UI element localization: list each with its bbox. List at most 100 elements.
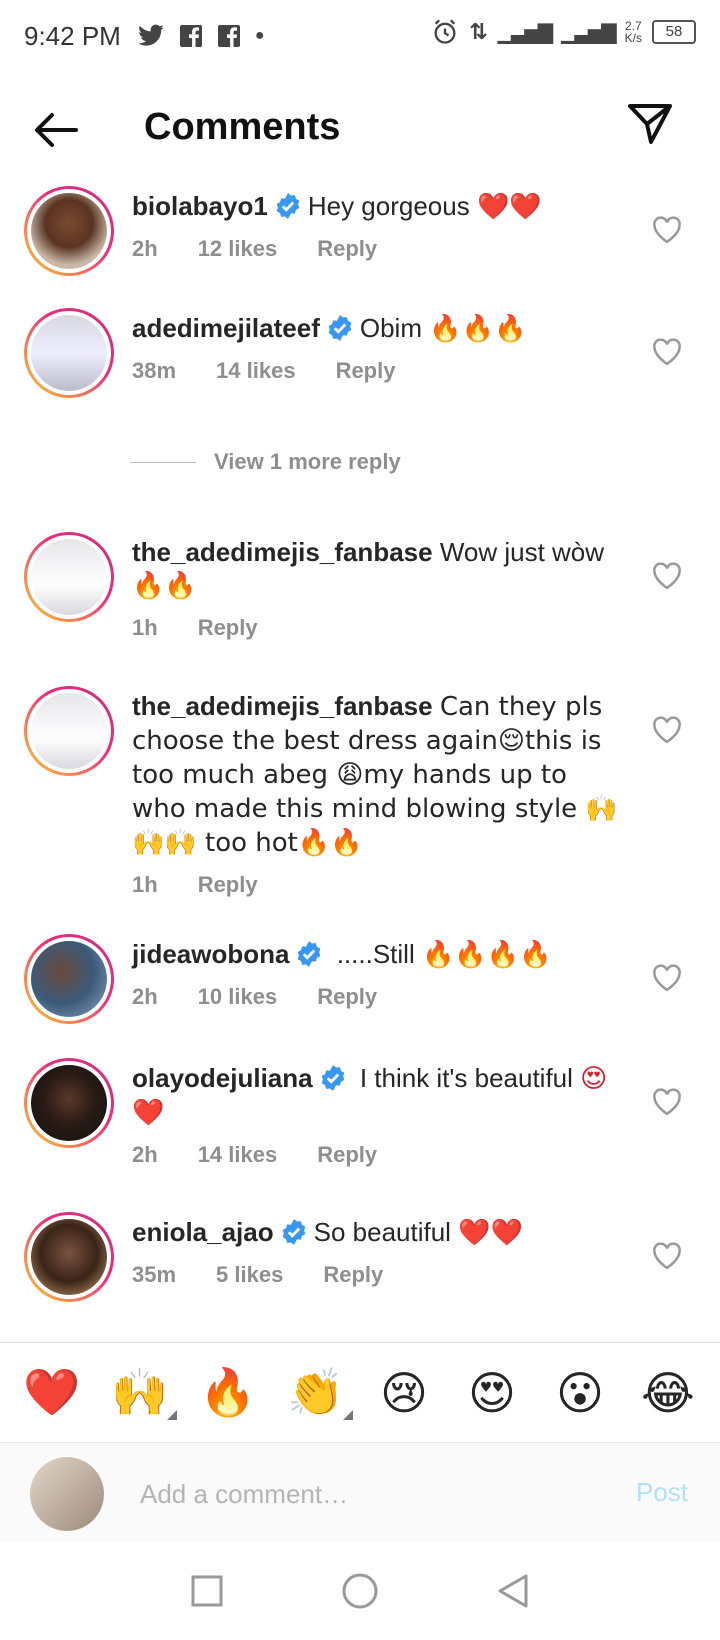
paper-plane-icon [628,104,672,144]
comment-input[interactable] [140,1473,560,1515]
comment-likes[interactable]: 14 likes [216,358,296,384]
comment-meta: 35m 5 likes Reply [132,1262,622,1288]
share-button[interactable] [626,100,682,156]
comment-time: 2h [132,1142,158,1167]
emoji-heart-eyes-button[interactable]: 😍 [457,1366,527,1420]
comment-item: the_adedimejis_fanbase Wow just wòw 🔥🔥 1… [0,532,720,686]
heart-icon[interactable] [652,1242,682,1270]
signal-icon: ▁▃▅▇ [561,21,617,44]
navigation-bar [0,1542,720,1640]
status-time: 9:42 PM [24,20,121,51]
back-arrow-icon [35,113,78,147]
post-button[interactable]: Post [636,1477,688,1508]
username[interactable]: the_adedimejis_fanbase [132,691,433,721]
comment-text: biolabayo1 Hey gorgeous ❤️❤️ [132,191,542,222]
verified-badge-icon [276,193,300,219]
page-title: Comments [144,106,341,148]
comment-likes[interactable]: 12 likes [198,236,278,262]
reply-button[interactable]: Reply [336,358,396,384]
reply-button[interactable]: Reply [317,984,377,1010]
avatar[interactable] [24,934,114,1024]
avatar[interactable] [24,1058,114,1148]
avatar[interactable] [24,1212,114,1302]
comment-time: 38m [132,358,177,383]
facebook-icon [217,25,240,47]
emoji-fire-button[interactable]: 🔥 [193,1365,263,1420]
comment-text: jideawobona .....Still 🔥🔥🔥🔥 [132,939,552,970]
status-bar: 9:42 PM ● ⇅ ▁▃▅▇ ▁▃▅▇ 2.7 K/s 58 [0,0,720,72]
reply-button[interactable]: Reply [198,872,258,898]
reply-button[interactable]: Reply [317,236,377,262]
heart-icon[interactable] [652,562,682,590]
comment-item: jideawobona .....Still 🔥🔥🔥🔥 2h 10 likes … [0,934,720,1058]
comment-item: adedimejilateef Obim 🔥🔥🔥 38m 14 likes Rep… [0,308,720,432]
heart-icon[interactable] [652,1088,682,1116]
comment-item: the_adedimejis_fanbase Can they pls choo… [0,686,720,934]
heart-icon[interactable] [652,716,682,744]
comment-meta: 2h 14 likes Reply [132,1142,622,1168]
comment-time: 1h [132,615,158,640]
comment-likes[interactable]: 5 likes [216,1262,283,1288]
comment-meta: 2h 10 likes Reply [132,984,622,1010]
comment-text: the_adedimejis_fanbase Can they pls choo… [132,691,618,858]
heart-icon[interactable] [652,964,682,992]
username[interactable]: biolabayo1 [132,191,268,221]
comment-likes[interactable]: 10 likes [198,984,278,1010]
avatar[interactable] [24,532,114,622]
comment-time: 35m [132,1262,177,1287]
heart-icon[interactable] [652,338,682,366]
comment-text: the_adedimejis_fanbase Wow just wòw 🔥🔥 [132,537,605,601]
data-transfer-icon: ⇅ [469,19,488,44]
square-icon [191,1575,223,1607]
comment-meta: 38m 14 likes Reply [132,358,622,384]
verified-badge-icon [282,1219,305,1245]
comment-meta: 2h 12 likes Reply [132,236,622,262]
triangle-back-icon [498,1574,528,1608]
comment-text: olayodejuliana I think it's beautiful 😍❤… [132,1063,608,1128]
username[interactable]: adedimejilateef [132,313,320,343]
notification-icons: ● [137,24,265,48]
avatar[interactable] [24,686,114,776]
net-speed: 2.7 K/s [624,19,642,45]
comment-time: 2h [132,984,158,1009]
recent-apps-button[interactable] [187,1571,227,1611]
dot-icon: ● [254,27,265,44]
reply-button[interactable]: Reply [323,1262,383,1288]
comment-text: adedimejilateef Obim 🔥🔥🔥 [132,313,527,344]
avatar[interactable] [24,308,114,398]
emoji-clap-button[interactable]: 👏 [281,1365,353,1420]
comment-item: eniola_ajao So beautiful ❤️❤️ 35m 5 likes… [0,1212,720,1332]
emoji-crying-button[interactable]: 😢 [369,1366,439,1420]
home-button[interactable] [340,1571,380,1611]
reply-button[interactable]: Reply [317,1142,377,1168]
header: Comments [0,82,720,178]
back-nav-button[interactable] [493,1571,533,1611]
battery-icon: 58 [652,20,696,44]
emoji-raised-hands-button[interactable]: 🙌 [105,1365,177,1420]
verified-badge-icon [328,315,352,341]
avatar[interactable] [24,186,114,276]
username[interactable]: eniola_ajao [132,1217,274,1247]
emoji-laughing-button[interactable]: 😂 [633,1366,703,1420]
signal-icon: ▁▃▅▇ [497,21,554,44]
reply-button[interactable]: Reply [198,615,258,641]
comment-item: olayodejuliana I think it's beautiful 😍❤… [0,1058,720,1212]
alarm-icon [434,19,456,44]
username[interactable]: the_adedimejis_fanbase [132,537,433,567]
emoji-surprised-button[interactable]: 😮 [545,1366,615,1420]
verified-badge-icon [298,941,321,967]
avatar [30,1457,104,1531]
facebook-icon [179,25,202,47]
username[interactable]: jideawobona [132,939,289,969]
comment-time: 1h [132,872,158,897]
back-button[interactable] [28,104,84,156]
verified-badge-icon [321,1065,344,1091]
circle-icon [342,1573,378,1609]
emoji-heart-button[interactable]: ❤️ [17,1365,87,1420]
heart-icon[interactable] [652,216,682,244]
comment-composer: Post [0,1442,720,1542]
comment-likes[interactable]: 14 likes [198,1142,278,1168]
view-more-label: View 1 more reply [214,449,401,474]
username[interactable]: olayodejuliana [132,1063,313,1093]
view-more-replies-button[interactable]: View 1 more reply [0,432,720,492]
